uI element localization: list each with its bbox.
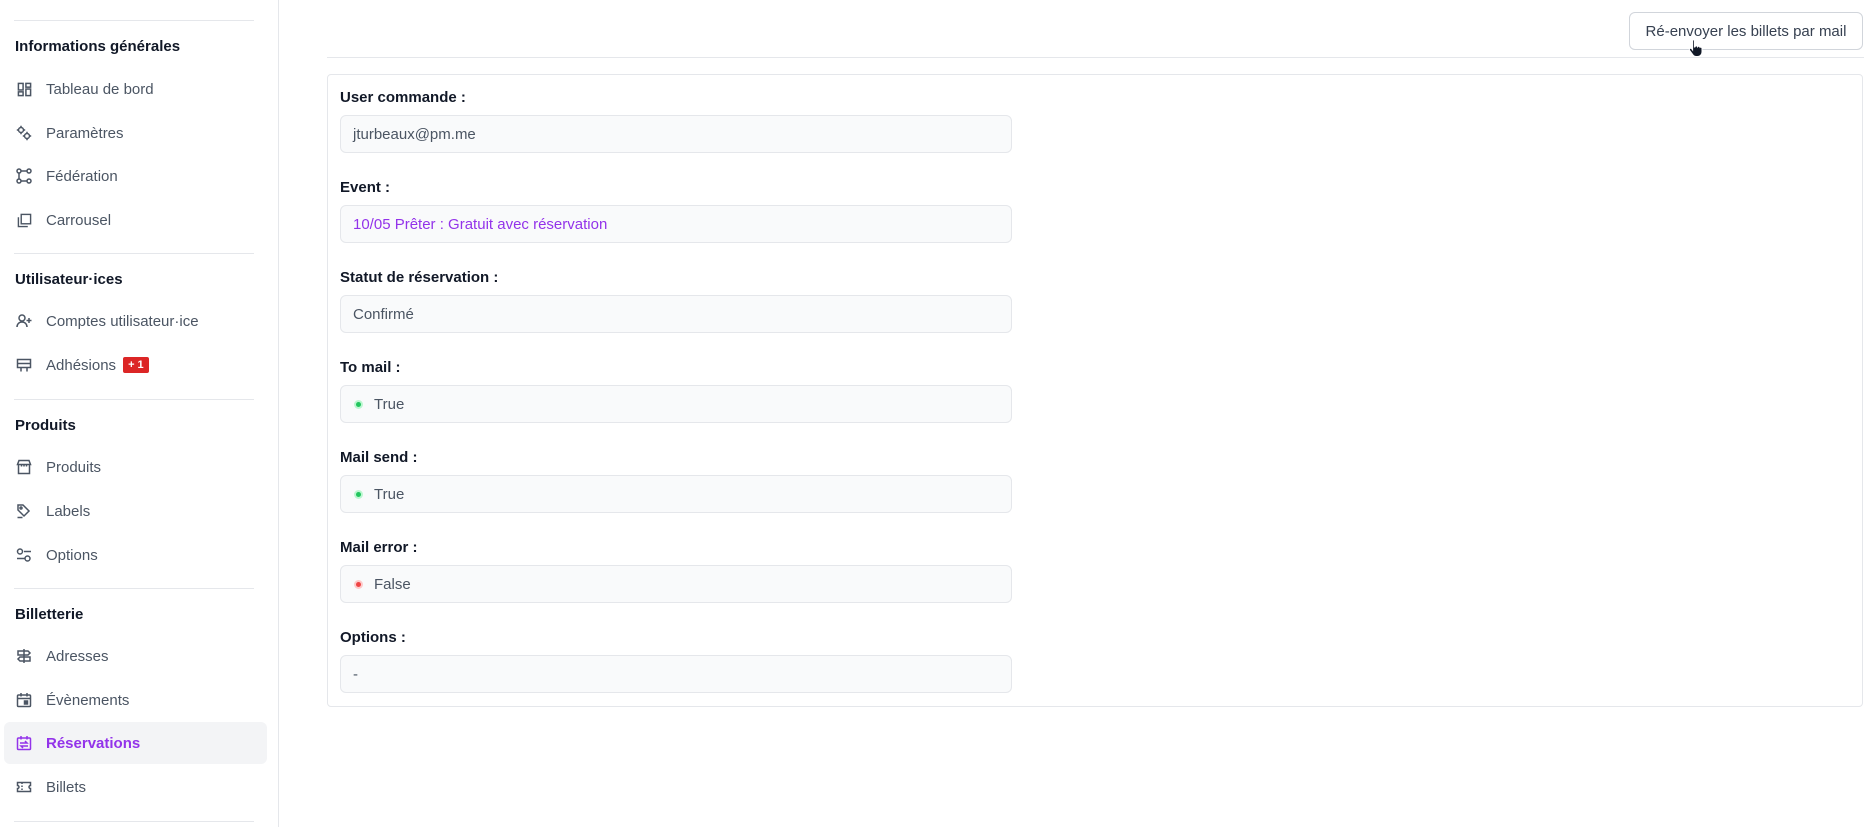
options-field-label: Options : <box>340 629 406 646</box>
ticket-icon <box>16 779 32 795</box>
mail-send-field-label: Mail send : <box>340 449 418 466</box>
section-title-ticketing: Billetterie <box>15 606 84 623</box>
status-field: Confirmé <box>340 295 1012 333</box>
sidebar-divider <box>14 821 254 822</box>
event-field-label: Event : <box>340 179 391 196</box>
add-user-icon <box>16 313 32 329</box>
sidebar-item-addresses[interactable]: Adresses <box>4 635 267 677</box>
hand-pointer-cursor-icon <box>1688 39 1703 57</box>
calendar-icon <box>16 692 32 708</box>
sidebar-item-label: Billets <box>46 778 87 796</box>
sidebar-divider <box>14 20 254 21</box>
user-field-label: User commande : <box>340 89 466 106</box>
sidebar-item-products[interactable]: Produits <box>4 446 267 488</box>
mail-send-field-value: True <box>374 485 405 503</box>
resend-tickets-button[interactable]: Ré-envoyer les billets par mail <box>1629 12 1863 50</box>
status-field-value: Confirmé <box>353 305 414 323</box>
app-root: Informations générales Tableau de bord P… <box>0 0 1864 827</box>
sidebar-item-label: Carrousel <box>46 211 112 229</box>
sidebar-divider <box>14 399 254 400</box>
sidebar-item-dashboard[interactable]: Tableau de bord <box>4 68 267 110</box>
sidebar-item-label: Adresses <box>46 647 109 665</box>
dashboard-icon <box>16 81 32 97</box>
sidebar-divider <box>14 588 254 589</box>
tags-icon <box>16 503 32 519</box>
mail-error-field-label: Mail error : <box>340 539 418 556</box>
sidebar-item-label: Options <box>46 546 98 564</box>
header-divider <box>327 57 1864 58</box>
true-status-dot-icon <box>354 399 363 409</box>
options-field-value: - <box>353 665 358 683</box>
sidebar-item-label: Comptes utilisateur·ice <box>46 312 199 330</box>
sidebar-item-label: Réservations <box>46 734 141 752</box>
to-mail-field: True <box>340 385 1012 423</box>
sidebar-item-tickets[interactable]: Billets <box>4 766 267 808</box>
sidebar-item-label: Adhésions <box>46 356 117 374</box>
options-icon <box>16 547 32 563</box>
options-field: - <box>340 655 1012 693</box>
mail-error-field-value: False <box>374 575 411 593</box>
mail-error-field: False <box>340 565 1012 603</box>
sidebar-item-labels[interactable]: Labels <box>4 490 267 532</box>
sidebar-item-events[interactable]: Évènements <box>4 679 267 721</box>
mail-send-field: True <box>340 475 1012 513</box>
sidebar-item-label: Paramètres <box>46 124 124 142</box>
user-field: jturbeaux@pm.me <box>340 115 1012 153</box>
sidebar-item-user-accounts[interactable]: Comptes utilisateur·ice <box>4 300 267 342</box>
to-mail-field-label: To mail : <box>340 359 401 376</box>
user-field-value: jturbeaux@pm.me <box>353 125 476 143</box>
signpost-icon <box>16 648 32 664</box>
sidebar-item-reservations[interactable]: Réservations <box>4 722 267 764</box>
sidebar-item-label: Produits <box>46 458 102 476</box>
sidebar-item-memberships[interactable]: Adhésions + 1 <box>4 344 267 386</box>
sidebar-item-label: Labels <box>46 502 91 520</box>
section-title-general: Informations générales <box>15 38 181 55</box>
store-icon <box>16 459 32 475</box>
sidebar-item-carousel[interactable]: Carrousel <box>4 199 267 241</box>
membership-icon <box>16 357 32 373</box>
status-field-label: Statut de réservation : <box>340 269 499 286</box>
section-title-users: Utilisateur·ices <box>15 271 123 288</box>
sidebar-item-federation[interactable]: Fédération <box>4 155 267 197</box>
sidebar: Informations générales Tableau de bord P… <box>0 0 279 827</box>
sidebar-item-label: Tableau de bord <box>46 80 154 98</box>
to-mail-field-value: True <box>374 395 405 413</box>
reservation-icon <box>16 735 32 751</box>
false-status-dot-icon <box>354 579 363 589</box>
sidebar-item-label: Fédération <box>46 167 118 185</box>
event-field[interactable]: 10/05 Prêter : Gratuit avec réservation <box>340 205 1012 243</box>
federation-icon <box>16 168 32 184</box>
carousel-icon <box>16 212 32 228</box>
true-status-dot-icon <box>354 489 363 499</box>
sidebar-item-label: Évènements <box>46 691 130 709</box>
section-title-products: Produits <box>15 417 76 434</box>
sidebar-item-options[interactable]: Options <box>4 534 267 576</box>
sidebar-item-settings[interactable]: Paramètres <box>4 112 267 154</box>
settings-icon <box>16 125 32 141</box>
sidebar-divider <box>14 253 254 254</box>
event-link[interactable]: 10/05 Prêter : Gratuit avec réservation <box>353 216 607 233</box>
notification-badge: + 1 <box>123 357 149 373</box>
